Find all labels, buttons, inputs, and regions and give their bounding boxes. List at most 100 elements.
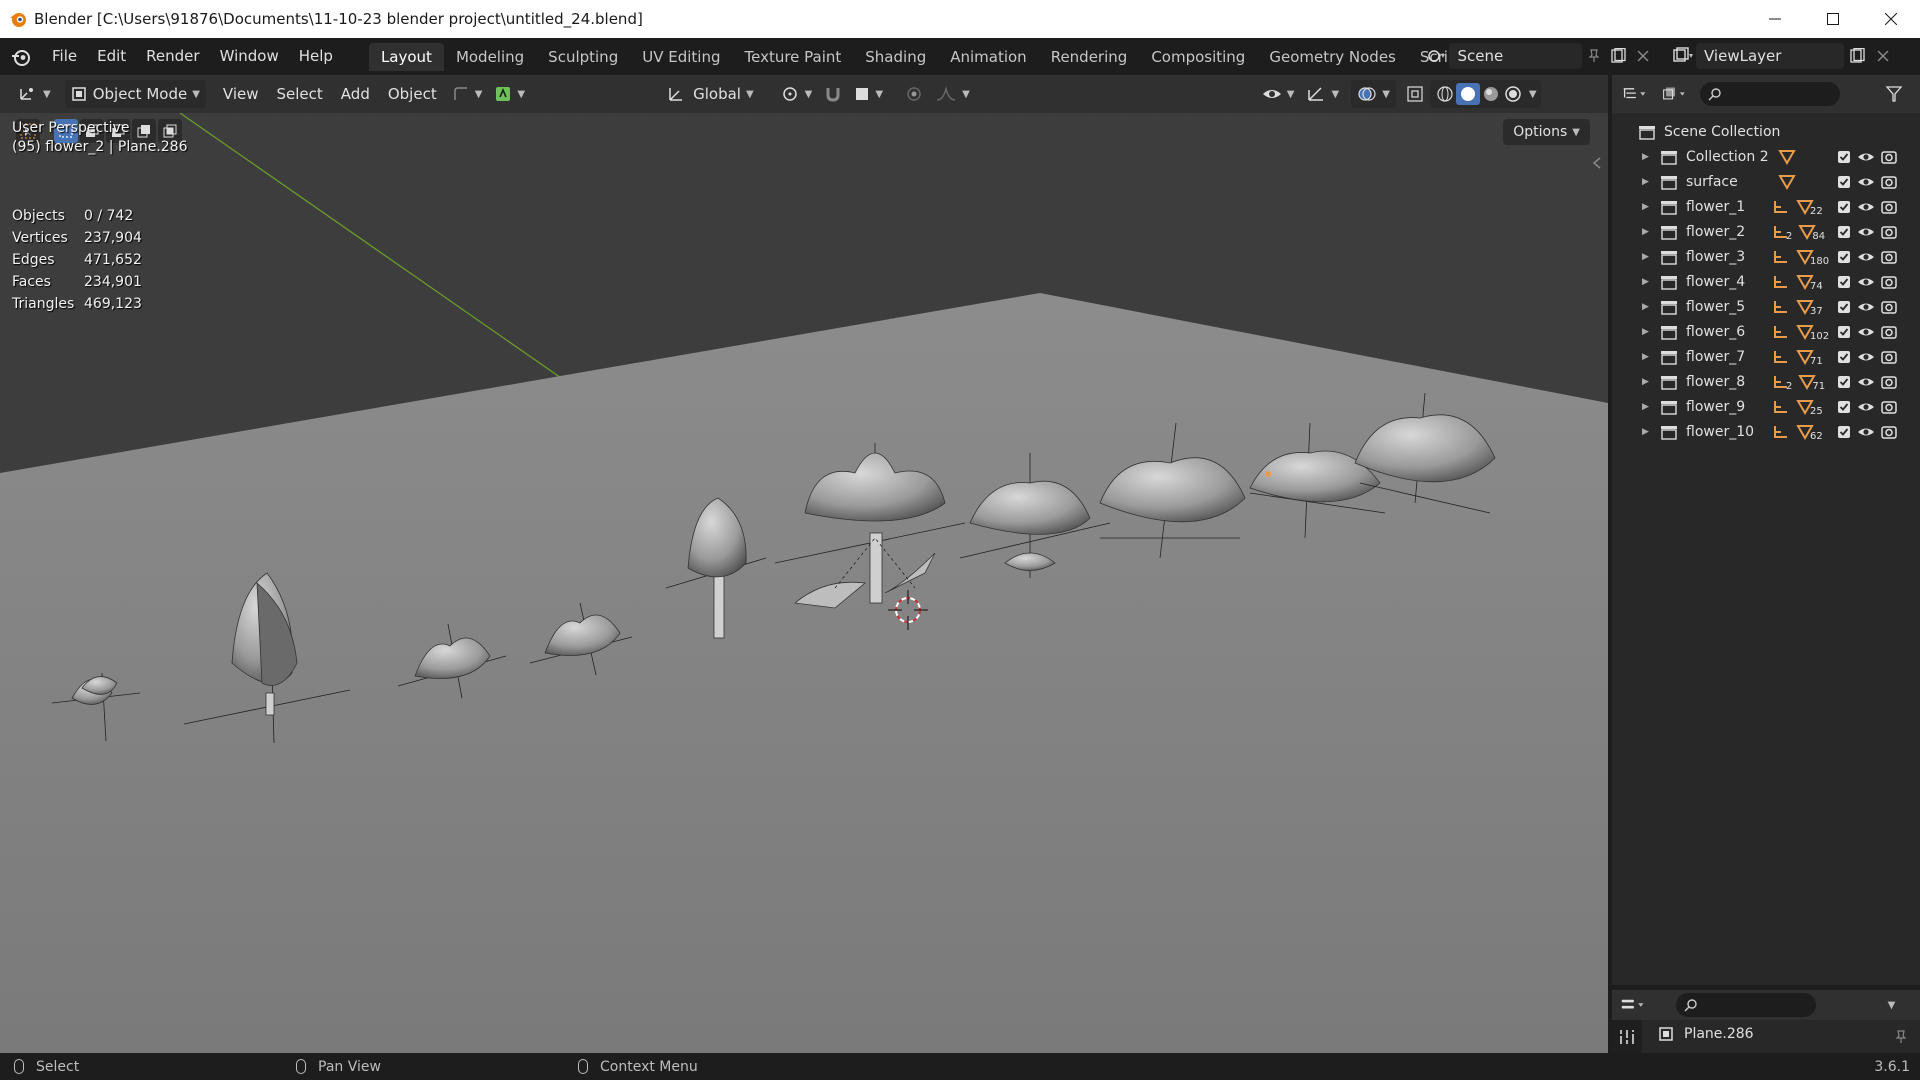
exclude-checkbox-icon[interactable] [1837, 175, 1851, 189]
expand-arrow-icon[interactable]: ▶ [1642, 377, 1654, 387]
tab-uv-editing[interactable]: UV Editing [630, 43, 732, 71]
expand-arrow-icon[interactable]: ▶ [1642, 352, 1654, 362]
scene-name-field[interactable]: Scene [1449, 43, 1582, 69]
camera-render-icon[interactable] [1881, 274, 1897, 290]
eye-icon[interactable] [1857, 225, 1875, 239]
delete-viewlayer-icon[interactable] [1870, 43, 1896, 69]
editor-type-dropdown[interactable]: ▼ [12, 80, 57, 108]
outliner-row[interactable]: ▶ surface [1612, 169, 1920, 194]
outliner-row[interactable]: ▶ Collection 2 [1612, 144, 1920, 169]
display-mode-dropdown[interactable] [1662, 81, 1688, 107]
outliner-row[interactable]: ▶ flower_2 2 84 [1612, 219, 1920, 244]
outliner-row[interactable]: ▶ flower_3 180 [1612, 244, 1920, 269]
options-dropdown[interactable]: Options ▼ [1503, 119, 1590, 145]
filter-icon[interactable] [1882, 81, 1908, 107]
camera-render-icon[interactable] [1881, 174, 1897, 190]
exclude-checkbox-icon[interactable] [1837, 200, 1851, 214]
eye-icon[interactable] [1857, 275, 1875, 289]
snap-target-dropdown[interactable]: ▼ [446, 80, 489, 108]
new-scene-icon[interactable] [1606, 43, 1630, 69]
camera-render-icon[interactable] [1881, 199, 1897, 215]
exclude-checkbox-icon[interactable] [1837, 375, 1851, 389]
camera-render-icon[interactable] [1881, 324, 1897, 340]
pin-scene-icon[interactable] [1582, 43, 1606, 69]
transform-orientation-dropdown[interactable]: Global ▼ [661, 80, 760, 108]
outliner-editor-type-icon[interactable] [1622, 81, 1648, 107]
exclude-checkbox-icon[interactable] [1837, 350, 1851, 364]
exclude-checkbox-icon[interactable] [1837, 425, 1851, 439]
gizmo-dropdown[interactable]: ▼ [1300, 80, 1345, 108]
wireframe-shading-icon[interactable] [1434, 84, 1456, 104]
exclude-checkbox-icon[interactable] [1837, 250, 1851, 264]
outliner-row[interactable]: ▶ flower_6 102 [1612, 319, 1920, 344]
expand-arrow-icon[interactable]: ▶ [1642, 402, 1654, 412]
camera-render-icon[interactable] [1881, 424, 1897, 440]
scene-collection-row[interactable]: Scene Collection [1612, 119, 1920, 144]
tab-animation[interactable]: Animation [938, 43, 1038, 71]
rendered-shading-icon[interactable] [1502, 84, 1524, 104]
new-viewlayer-icon[interactable] [1844, 43, 1870, 69]
eye-icon[interactable] [1857, 400, 1875, 414]
xray-toggle[interactable] [1400, 80, 1430, 108]
properties-options-dropdown[interactable]: ▼ [1876, 992, 1902, 1018]
expand-arrow-icon[interactable]: ▶ [1642, 427, 1654, 437]
proportional-edit-toggle[interactable] [899, 80, 929, 108]
camera-render-icon[interactable] [1881, 399, 1897, 415]
eye-icon[interactable] [1857, 350, 1875, 364]
object-mode-dropdown[interactable]: Object Mode ▼ [64, 80, 206, 108]
expand-arrow-icon[interactable]: ▶ [1642, 302, 1654, 312]
tab-rendering[interactable]: Rendering [1039, 43, 1140, 71]
visibility-dropdown[interactable]: ▼ [1256, 80, 1301, 108]
blender-menu-icon[interactable] [10, 46, 32, 68]
outliner-row[interactable]: ▶ flower_9 25 [1612, 394, 1920, 419]
outliner-row[interactable]: ▶ flower_4 74 [1612, 269, 1920, 294]
menu-add[interactable]: Add [332, 85, 379, 103]
tab-texture-paint[interactable]: Texture Paint [732, 43, 853, 71]
eye-icon[interactable] [1857, 175, 1875, 189]
eye-icon[interactable] [1857, 150, 1875, 164]
properties-editor-type-icon[interactable] [1620, 992, 1646, 1018]
proportional-falloff-dropdown[interactable]: ▼ [929, 80, 976, 108]
outliner-row[interactable]: ▶ flower_8 2 71 [1612, 369, 1920, 394]
menu-select[interactable]: Select [268, 85, 332, 103]
minimize-button[interactable] [1746, 0, 1804, 38]
menu-object[interactable]: Object [379, 85, 446, 103]
eye-icon[interactable] [1857, 425, 1875, 439]
exclude-checkbox-icon[interactable] [1837, 325, 1851, 339]
eye-icon[interactable] [1857, 325, 1875, 339]
tab-layout[interactable]: Layout [368, 42, 444, 71]
scene-browse-icon[interactable] [1425, 43, 1449, 69]
expand-arrow-icon[interactable]: ▶ [1642, 327, 1654, 337]
camera-render-icon[interactable] [1881, 224, 1897, 240]
camera-render-icon[interactable] [1881, 349, 1897, 365]
maximize-button[interactable] [1804, 0, 1862, 38]
menu-help[interactable]: Help [289, 38, 343, 75]
close-button[interactable] [1862, 0, 1920, 38]
exclude-checkbox-icon[interactable] [1837, 300, 1851, 314]
exclude-checkbox-icon[interactable] [1837, 150, 1851, 164]
expand-arrow-icon[interactable]: ▶ [1642, 177, 1654, 187]
delete-scene-icon[interactable] [1631, 43, 1655, 69]
outliner-row[interactable]: ▶ flower_10 62 [1612, 419, 1920, 444]
snap-element-dropdown[interactable]: ▼ [848, 80, 889, 108]
expand-arrow-icon[interactable]: ▶ [1642, 252, 1654, 262]
eye-icon[interactable] [1857, 200, 1875, 214]
outliner-row[interactable]: ▶ flower_5 37 [1612, 294, 1920, 319]
tab-modeling[interactable]: Modeling [444, 43, 536, 71]
expand-arrow-icon[interactable]: ▶ [1642, 202, 1654, 212]
eye-icon[interactable] [1857, 250, 1875, 264]
tab-geometry-nodes[interactable]: Geometry Nodes [1257, 43, 1408, 71]
pin-icon[interactable] [1894, 1030, 1908, 1044]
menu-edit[interactable]: Edit [87, 38, 136, 75]
overlays-dropdown[interactable]: ▼ [1351, 80, 1396, 108]
viewlayer-name-field[interactable]: ViewLayer [1696, 43, 1844, 69]
outliner-row[interactable]: ▶ flower_7 71 [1612, 344, 1920, 369]
tab-compositing[interactable]: Compositing [1139, 43, 1257, 71]
snap-toggle[interactable] [818, 80, 848, 108]
menu-window[interactable]: Window [210, 38, 289, 75]
expand-arrow-icon[interactable]: ▶ [1642, 277, 1654, 287]
camera-render-icon[interactable] [1881, 249, 1897, 265]
expand-arrow-icon[interactable]: ▶ [1642, 152, 1654, 162]
camera-render-icon[interactable] [1881, 299, 1897, 315]
tab-shading[interactable]: Shading [853, 43, 938, 71]
